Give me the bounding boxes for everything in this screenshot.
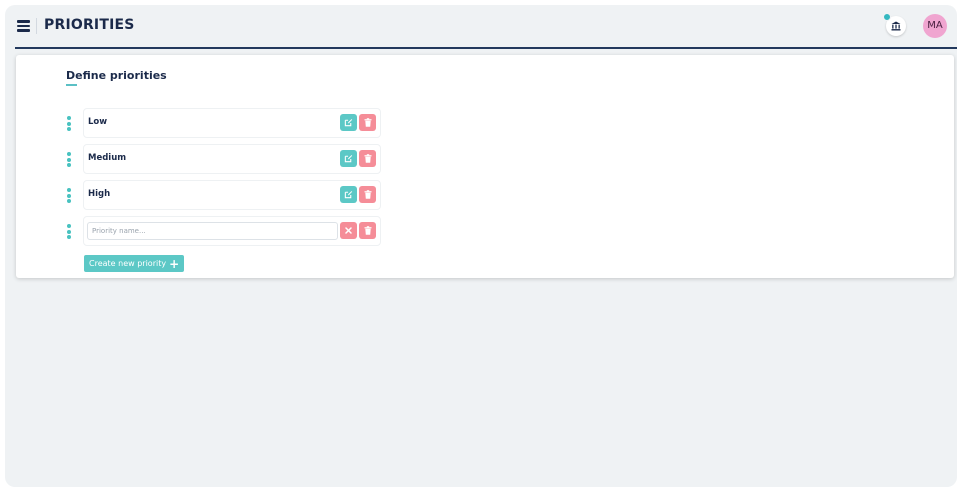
bank-building-icon	[891, 21, 901, 31]
create-priority-button[interactable]: Create new priority +	[84, 255, 185, 272]
app-frame: PRIORITIES MA Define priorities Low Medi…	[5, 5, 957, 487]
top-header: PRIORITIES MA	[15, 5, 957, 49]
drag-handle-icon[interactable]	[67, 188, 71, 203]
priority-row-low: Low	[67, 108, 381, 138]
drag-handle-icon[interactable]	[67, 116, 71, 131]
notification-badge	[883, 13, 891, 21]
priority-name-input[interactable]	[87, 222, 338, 240]
trash-icon	[364, 118, 371, 127]
drag-handle-icon[interactable]	[67, 152, 71, 167]
delete-button[interactable]	[359, 114, 376, 131]
priority-label: Low	[88, 117, 108, 127]
edit-icon	[344, 191, 353, 199]
close-icon	[345, 227, 352, 234]
cancel-button[interactable]	[340, 222, 357, 239]
priority-row-new	[67, 216, 381, 246]
delete-button[interactable]	[359, 222, 376, 239]
hamburger-menu-icon[interactable]	[17, 19, 31, 33]
section-title: Define priorities	[66, 69, 167, 82]
priority-row-medium: Medium	[67, 144, 381, 174]
priority-label: Medium	[88, 153, 127, 163]
edit-icon	[344, 119, 353, 127]
user-avatar[interactable]: MA	[923, 14, 947, 38]
priority-row-high: High	[67, 180, 381, 210]
trash-icon	[364, 226, 371, 235]
organization-button[interactable]	[883, 13, 906, 36]
delete-button[interactable]	[359, 150, 376, 167]
priorities-card: Define priorities Low Medium High Priori…	[16, 55, 954, 278]
title-underline	[66, 84, 77, 86]
drag-handle-icon[interactable]	[67, 224, 71, 239]
trash-icon	[364, 190, 371, 199]
page-title: PRIORITIES	[44, 17, 135, 33]
trash-icon	[364, 154, 371, 163]
delete-button[interactable]	[359, 186, 376, 203]
create-priority-label: Create new priority	[89, 259, 167, 268]
edit-icon	[344, 155, 353, 163]
edit-button[interactable]	[340, 150, 357, 167]
plus-icon: +	[169, 256, 180, 271]
edit-button[interactable]	[340, 186, 357, 203]
edit-button[interactable]	[340, 114, 357, 131]
priority-label: High	[88, 189, 111, 199]
header-divider	[36, 18, 37, 34]
